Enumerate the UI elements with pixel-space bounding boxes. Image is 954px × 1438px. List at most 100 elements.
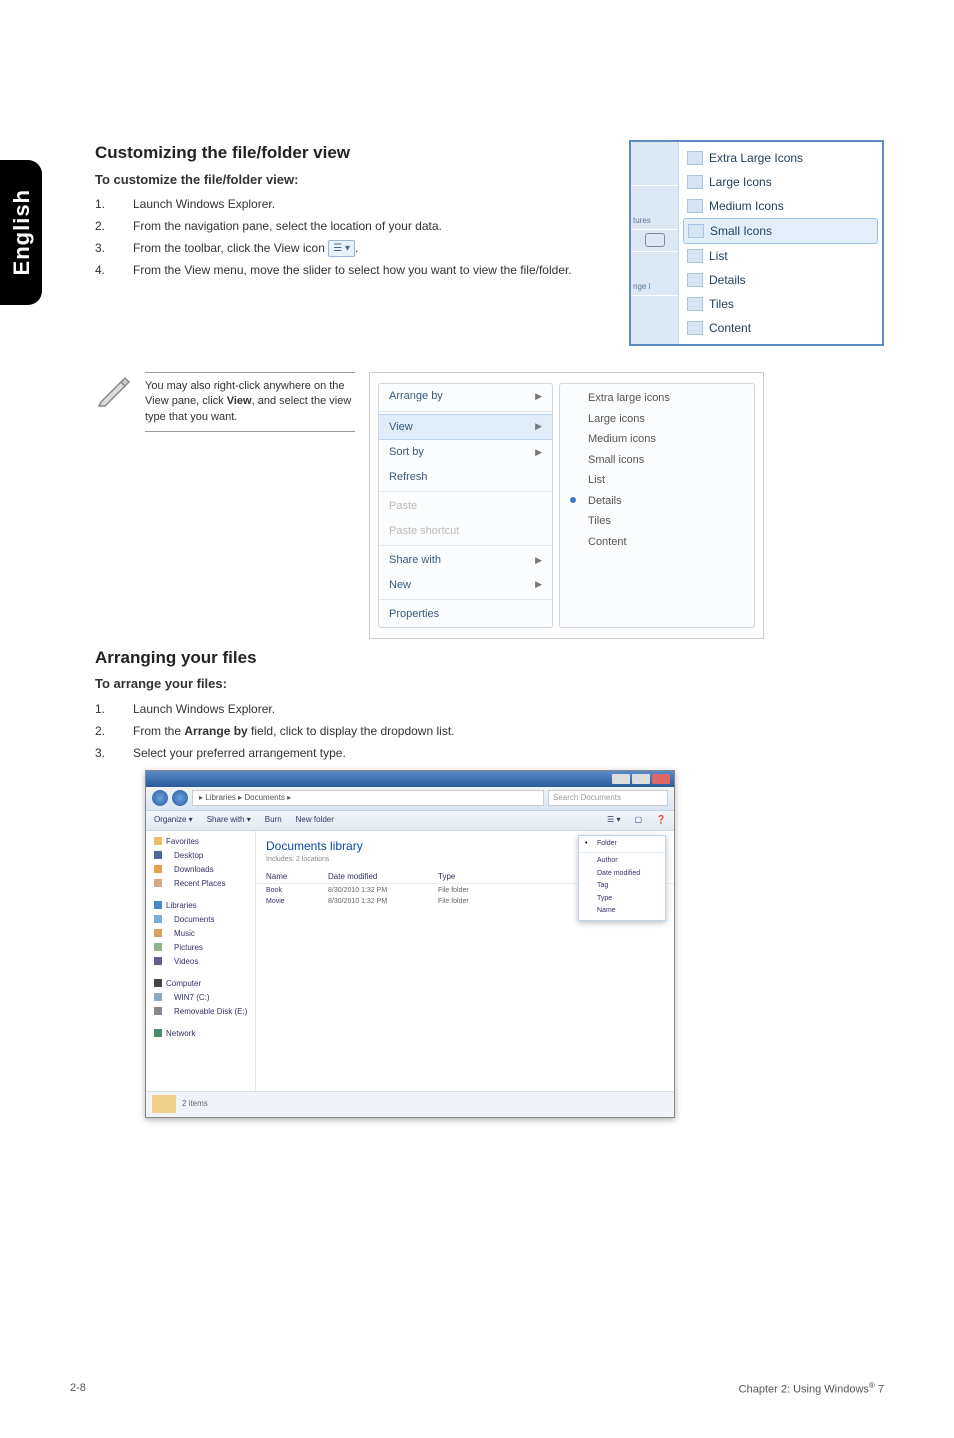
step-number: 1. (95, 700, 133, 718)
sidebar-computer[interactable]: Computer (152, 977, 249, 991)
pencil-note-icon (95, 372, 131, 408)
ctxr-medium[interactable]: Medium icons (560, 429, 754, 450)
section1-subheading: To customize the file/folder view: (95, 170, 615, 190)
ctx-arrange-by[interactable]: Arrange by▶ (379, 384, 552, 409)
back-button[interactable] (152, 790, 168, 806)
view-option-content[interactable]: Content (683, 316, 878, 340)
ctx-share-with[interactable]: Share with▶ (379, 548, 552, 573)
note-text: You may also right-click anywhere on the… (145, 372, 355, 432)
preview-pane-icon[interactable]: ▢ (634, 814, 642, 826)
content-icon (687, 321, 703, 335)
navigation-pane: Favorites Desktop Downloads Recent Place… (146, 831, 256, 1091)
section1-title: Customizing the file/folder view (95, 140, 615, 166)
context-menu-left: Arrange by▶ View▶ Sort by▶ Refresh Paste… (378, 383, 553, 628)
explorer-window-screenshot: ▸ Libraries ▸ Documents ▸ Search Documen… (145, 770, 675, 1118)
ctx-view[interactable]: View▶ (379, 414, 552, 441)
dd-folder[interactable]: Folder (579, 838, 665, 851)
step-text: Select your preferred arrangement type. (133, 744, 884, 762)
small-icons-icon (688, 224, 704, 238)
breadcrumb[interactable]: ▸ Libraries ▸ Documents ▸ (192, 790, 544, 806)
share-with-menu[interactable]: Share with ▾ (207, 814, 251, 826)
ctx-paste: Paste (379, 494, 552, 519)
view-option-list[interactable]: List (683, 244, 878, 268)
context-submenu-view: Extra large icons Large icons Medium ico… (559, 383, 755, 628)
list-icon (687, 249, 703, 263)
dd-tag[interactable]: Tag (579, 880, 665, 893)
side-language-label: English (5, 189, 38, 275)
burn-button[interactable]: Burn (265, 814, 282, 826)
col-type[interactable]: Type (438, 871, 518, 883)
new-folder-button[interactable]: New folder (296, 814, 334, 826)
ctx-new[interactable]: New▶ (379, 573, 552, 598)
views-slider-track[interactable]: tures nge l (631, 142, 679, 344)
step-number: 2. (95, 722, 133, 740)
ctxr-small[interactable]: Small icons (560, 450, 754, 471)
sidebar-network[interactable]: Network (152, 1027, 249, 1041)
sidebar-removable[interactable]: Removable Disk (E:) (152, 1005, 249, 1019)
sidebar-downloads[interactable]: Downloads (152, 863, 249, 877)
dd-type[interactable]: Type (579, 893, 665, 906)
ctxr-details[interactable]: Details (560, 491, 754, 512)
step-text: Launch Windows Explorer. (133, 700, 884, 718)
details-icon (687, 273, 703, 287)
sidebar-music[interactable]: Music (152, 927, 249, 941)
step-text: From the navigation pane, select the loc… (133, 217, 615, 235)
change-view-icon[interactable]: ☰ ▾ (607, 814, 620, 826)
arrange-by-dropdown: Folder Author Date modified Tag Type Nam… (578, 835, 666, 921)
maximize-button[interactable] (632, 774, 650, 784)
dd-name[interactable]: Name (579, 905, 665, 918)
ctx-properties[interactable]: Properties (379, 602, 552, 627)
dd-author[interactable]: Author (579, 855, 665, 868)
library-title: Documents library (266, 837, 363, 855)
bullet-icon (570, 497, 576, 503)
col-name[interactable]: Name (266, 871, 328, 883)
sidebar-recent[interactable]: Recent Places (152, 877, 249, 891)
forward-button[interactable] (172, 790, 188, 806)
library-subtitle: Includes: 2 locations (266, 855, 363, 866)
ctxr-tiles[interactable]: Tiles (560, 511, 754, 532)
ctx-sort-by[interactable]: Sort by▶ (379, 440, 552, 465)
section1-steps: 1.Launch Windows Explorer. 2.From the na… (95, 195, 615, 279)
dd-date-modified[interactable]: Date modified (579, 868, 665, 881)
col-date[interactable]: Date modified (328, 871, 438, 883)
chevron-right-icon: ▶ (535, 446, 542, 460)
toolbar: Organize ▾ Share with ▾ Burn New folder … (146, 811, 674, 831)
ctxr-large[interactable]: Large icons (560, 409, 754, 430)
view-option-small[interactable]: Small Icons (683, 218, 878, 244)
step-text: From the toolbar, click the View icon ☰ … (133, 239, 615, 257)
step-number: 4. (95, 261, 133, 279)
tiles-icon (687, 297, 703, 311)
view-option-extra-large[interactable]: Extra Large Icons (683, 146, 878, 170)
sidebar-documents[interactable]: Documents (152, 913, 249, 927)
side-language-tab: English (0, 160, 42, 305)
navigation-bar: ▸ Libraries ▸ Documents ▸ Search Documen… (146, 787, 674, 811)
sidebar-videos[interactable]: Videos (152, 955, 249, 969)
sidebar-win7-c[interactable]: WIN7 (C:) (152, 991, 249, 1005)
ctxr-list[interactable]: List (560, 470, 754, 491)
chevron-right-icon: ▶ (535, 578, 542, 592)
search-input[interactable]: Search Documents (548, 790, 668, 806)
organize-menu[interactable]: Organize ▾ (154, 814, 193, 826)
views-menu-screenshot: tures nge l Extra Large Icons Large Icon… (629, 140, 884, 346)
section2-subheading: To arrange your files: (95, 674, 884, 694)
step-number: 3. (95, 744, 133, 762)
view-option-tiles[interactable]: Tiles (683, 292, 878, 316)
sidebar-favorites[interactable]: Favorites (152, 835, 249, 849)
page-number: 2-8 (70, 1380, 86, 1398)
window-titlebar (146, 771, 674, 787)
view-option-large[interactable]: Large Icons (683, 170, 878, 194)
ctxr-content[interactable]: Content (560, 532, 754, 553)
view-option-medium[interactable]: Medium Icons (683, 194, 878, 218)
minimize-button[interactable] (612, 774, 630, 784)
sidebar-pictures[interactable]: Pictures (152, 941, 249, 955)
ctx-refresh[interactable]: Refresh (379, 465, 552, 490)
step-text: Launch Windows Explorer. (133, 195, 615, 213)
ctxr-extra-large[interactable]: Extra large icons (560, 388, 754, 409)
close-button[interactable] (652, 774, 670, 784)
view-option-details[interactable]: Details (683, 268, 878, 292)
sidebar-desktop[interactable]: Desktop (152, 849, 249, 863)
section2-title: Arranging your files (95, 645, 884, 671)
help-icon[interactable]: ❓ (656, 814, 666, 826)
views-toolbar-icon[interactable]: ☰ ▾ (328, 240, 355, 257)
sidebar-libraries[interactable]: Libraries (152, 899, 249, 913)
